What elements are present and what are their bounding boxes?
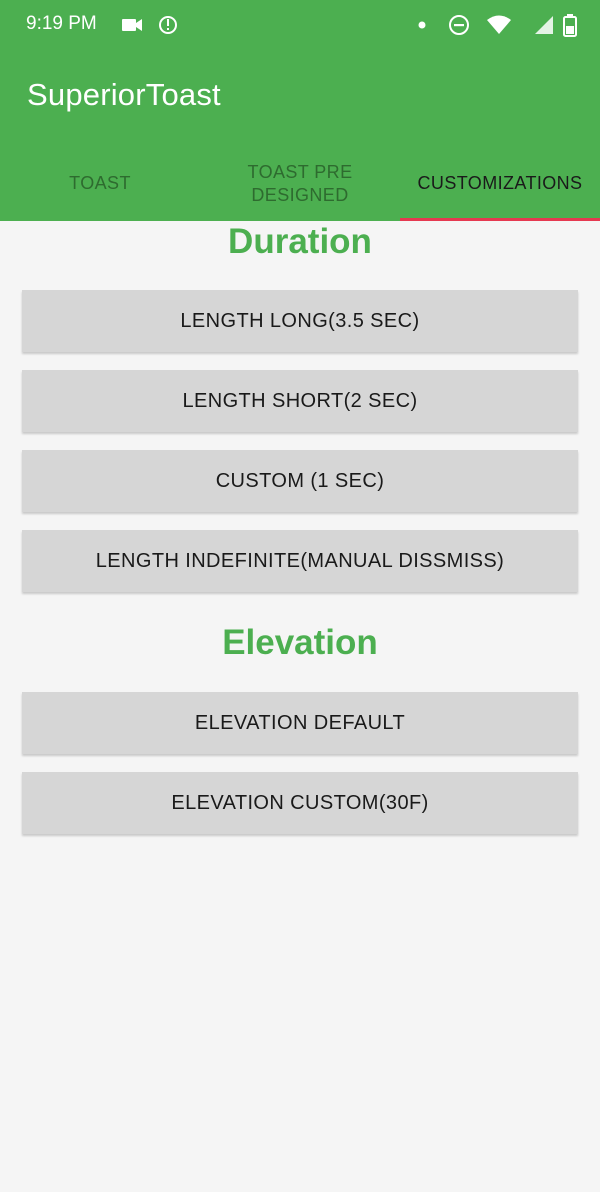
- elevation-default-button[interactable]: ELEVATION DEFAULT: [22, 692, 578, 754]
- section-title-elevation: Elevation: [222, 623, 378, 662]
- dot-icon: [409, 12, 435, 38]
- tab-toast-pre-designed[interactable]: TOAST PRE DESIGNED: [200, 146, 400, 221]
- update-icon: [155, 12, 181, 38]
- length-indefinite-button[interactable]: LENGTH INDEFINITE(MANUAL DISSMISS): [22, 530, 578, 592]
- length-long-button[interactable]: LENGTH LONG(3.5 SEC): [22, 290, 578, 352]
- status-bar: 9:19 PM: [0, 0, 600, 50]
- tab-customizations-label: CUSTOMIZATIONS: [417, 173, 583, 193]
- wifi-icon: [486, 12, 512, 38]
- custom-1-sec-button[interactable]: CUSTOM (1 SEC): [22, 450, 578, 512]
- dnd-icon: [446, 12, 472, 38]
- length-short-button[interactable]: LENGTH SHORT(2 SEC): [22, 370, 578, 432]
- app-bar: 9:19 PM SuperiorToast TOAST TOAST PRE DE…: [0, 0, 600, 221]
- app-title: SuperiorToast: [27, 77, 221, 112]
- elevation-custom-button[interactable]: ELEVATION CUSTOM(30F): [22, 772, 578, 834]
- tab-bar: TOAST TOAST PRE DESIGNED CUSTOMIZATIONS: [0, 146, 600, 221]
- section-title-duration: Duration: [228, 222, 372, 261]
- battery-icon: [557, 12, 583, 38]
- tab-toast-label: TOAST: [69, 173, 131, 193]
- status-time: 9:19 PM: [26, 13, 97, 34]
- tab-toast[interactable]: TOAST: [0, 146, 200, 221]
- main-content: Duration LENGTH LONG(3.5 SEC) LENGTH SHO…: [0, 221, 600, 1192]
- tab-customizations[interactable]: CUSTOMIZATIONS: [400, 146, 600, 221]
- video-icon: [119, 12, 145, 38]
- tab-toast-pre-designed-label: TOAST PRE DESIGNED: [247, 161, 353, 205]
- signal-icon: [531, 12, 557, 38]
